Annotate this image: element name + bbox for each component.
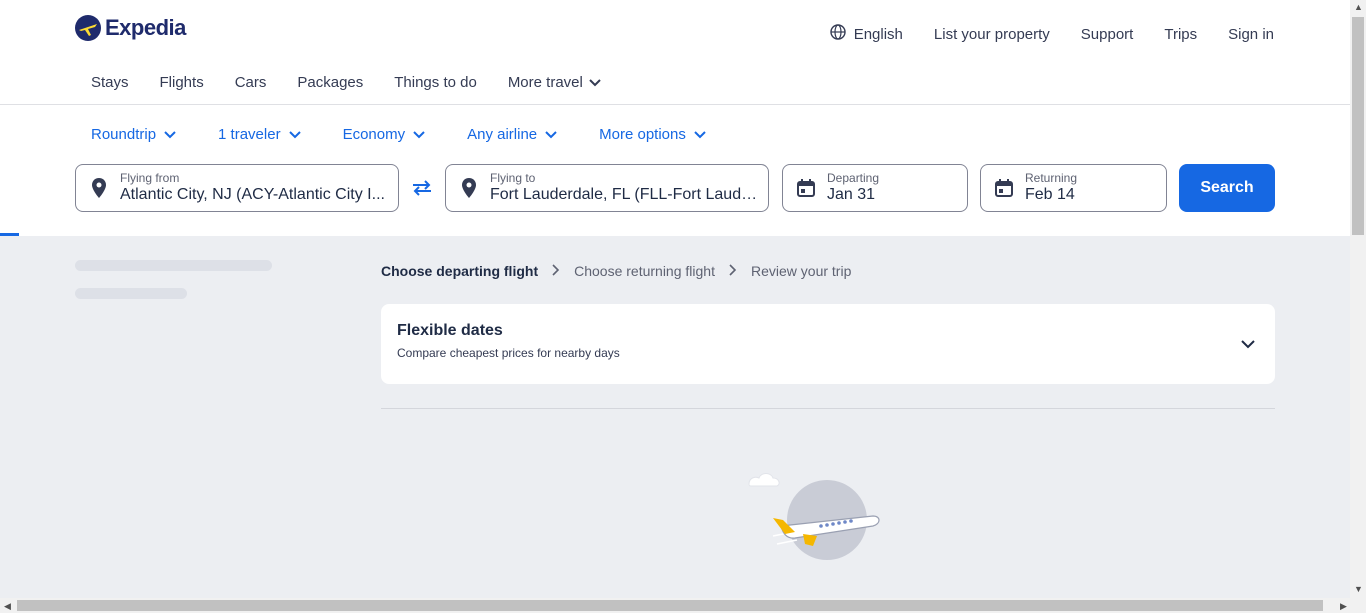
expedia-logo[interactable]: Expedia	[75, 15, 186, 41]
flexible-dates-card[interactable]: Flexible dates Compare cheapest prices f…	[381, 304, 1275, 384]
scroll-down-arrow-icon[interactable]: ▼	[1354, 584, 1363, 594]
more-options-dropdown[interactable]: More options	[599, 126, 706, 143]
chevron-down-icon	[589, 74, 601, 91]
flying-from-value: Atlantic City, NJ (ACY-Atlantic City I..…	[120, 186, 385, 203]
returning-label: Returning	[1025, 171, 1078, 185]
horizontal-scroll-thumb[interactable]	[17, 600, 1323, 611]
nav-things-to-do[interactable]: Things to do	[394, 74, 477, 91]
flying-to-field[interactable]: Flying to Fort Lauderdale, FL (FLL-Fort …	[445, 164, 769, 212]
travelers-dropdown[interactable]: 1 traveler	[218, 126, 301, 143]
swap-airports-button[interactable]	[410, 178, 434, 198]
breadcrumb-step-review: Review your trip	[750, 263, 852, 279]
flying-to-label: Flying to	[490, 171, 536, 185]
chevron-down-icon	[413, 126, 425, 143]
nav-more-travel-label: More travel	[507, 74, 583, 91]
chevron-down-icon	[694, 126, 706, 143]
airline-dropdown[interactable]: Any airline	[467, 126, 557, 143]
list-property-link[interactable]: List your property	[934, 26, 1050, 43]
returning-date-field[interactable]: Returning Feb 14	[980, 164, 1167, 212]
search-options: Roundtrip 1 traveler Economy Any airline…	[91, 126, 706, 143]
chevron-down-icon	[1241, 336, 1255, 354]
search-button[interactable]: Search	[1179, 164, 1275, 212]
top-nav: English List your property Support Trips…	[830, 24, 1274, 44]
cabin-class-dropdown[interactable]: Economy	[343, 126, 426, 143]
language-selector[interactable]: English	[830, 24, 903, 44]
flexible-dates-subtitle: Compare cheapest prices for nearby days	[397, 346, 620, 360]
header-divider	[0, 104, 1350, 105]
trip-type-label: Roundtrip	[91, 126, 157, 143]
nav-more-travel[interactable]: More travel	[508, 74, 601, 91]
nav-cars[interactable]: Cars	[235, 74, 267, 91]
departing-date-field[interactable]: Departing Jan 31	[782, 164, 968, 212]
main-nav: Stays Flights Cars Packages Things to do…	[91, 74, 601, 91]
scroll-up-arrow-icon[interactable]: ▲	[1354, 2, 1363, 12]
nav-packages[interactable]: Packages	[297, 74, 363, 91]
flying-from-label: Flying from	[120, 171, 180, 185]
results-area	[0, 236, 1350, 598]
map-pin-icon	[90, 178, 108, 198]
flying-from-field[interactable]: Flying from Atlantic City, NJ (ACY-Atlan…	[75, 164, 399, 212]
chevron-down-icon	[288, 126, 301, 143]
scroll-right-arrow-icon[interactable]: ▶	[1340, 601, 1347, 612]
airplane-loading-illustration	[745, 466, 885, 566]
nav-flights[interactable]: Flights	[160, 74, 204, 91]
logo-plane-icon	[75, 15, 101, 41]
departing-value: Jan 31	[827, 186, 876, 203]
section-divider	[381, 408, 1275, 409]
airline-label: Any airline	[467, 126, 538, 143]
scroll-left-arrow-icon[interactable]: ◀	[4, 601, 11, 612]
breadcrumb: Choose departing flight Choose returning…	[381, 263, 851, 279]
breadcrumb-step-departing: Choose departing flight	[381, 263, 539, 279]
cabin-class-label: Economy	[342, 126, 406, 143]
breadcrumb-step-returning: Choose returning flight	[574, 263, 715, 279]
skeleton-line	[75, 288, 187, 299]
chevron-down-icon	[164, 126, 176, 143]
more-options-label: More options	[599, 126, 686, 143]
chevron-right-icon	[552, 263, 560, 279]
map-pin-icon	[460, 178, 478, 198]
returning-value: Feb 14	[1025, 186, 1075, 203]
skeleton-line	[75, 260, 272, 271]
sign-in-link[interactable]: Sign in	[1228, 26, 1274, 43]
flexible-dates-title: Flexible dates	[397, 322, 503, 339]
calendar-icon	[995, 179, 1013, 197]
nav-stays[interactable]: Stays	[91, 74, 129, 91]
globe-icon	[830, 24, 846, 44]
vertical-scroll-thumb[interactable]	[1352, 17, 1364, 235]
calendar-icon	[797, 179, 815, 197]
chevron-down-icon	[545, 126, 557, 143]
flying-to-value: Fort Lauderdale, FL (FLL-Fort Lauder...	[490, 186, 758, 203]
departing-label: Departing	[827, 171, 880, 185]
trips-link[interactable]: Trips	[1164, 26, 1197, 43]
swap-arrows-icon	[413, 180, 431, 196]
chevron-right-icon	[729, 263, 737, 279]
travelers-label: 1 traveler	[218, 126, 281, 143]
support-link[interactable]: Support	[1081, 26, 1134, 43]
trip-type-dropdown[interactable]: Roundtrip	[91, 126, 176, 143]
language-label: English	[853, 25, 903, 43]
logo-text: Expedia	[105, 15, 186, 40]
